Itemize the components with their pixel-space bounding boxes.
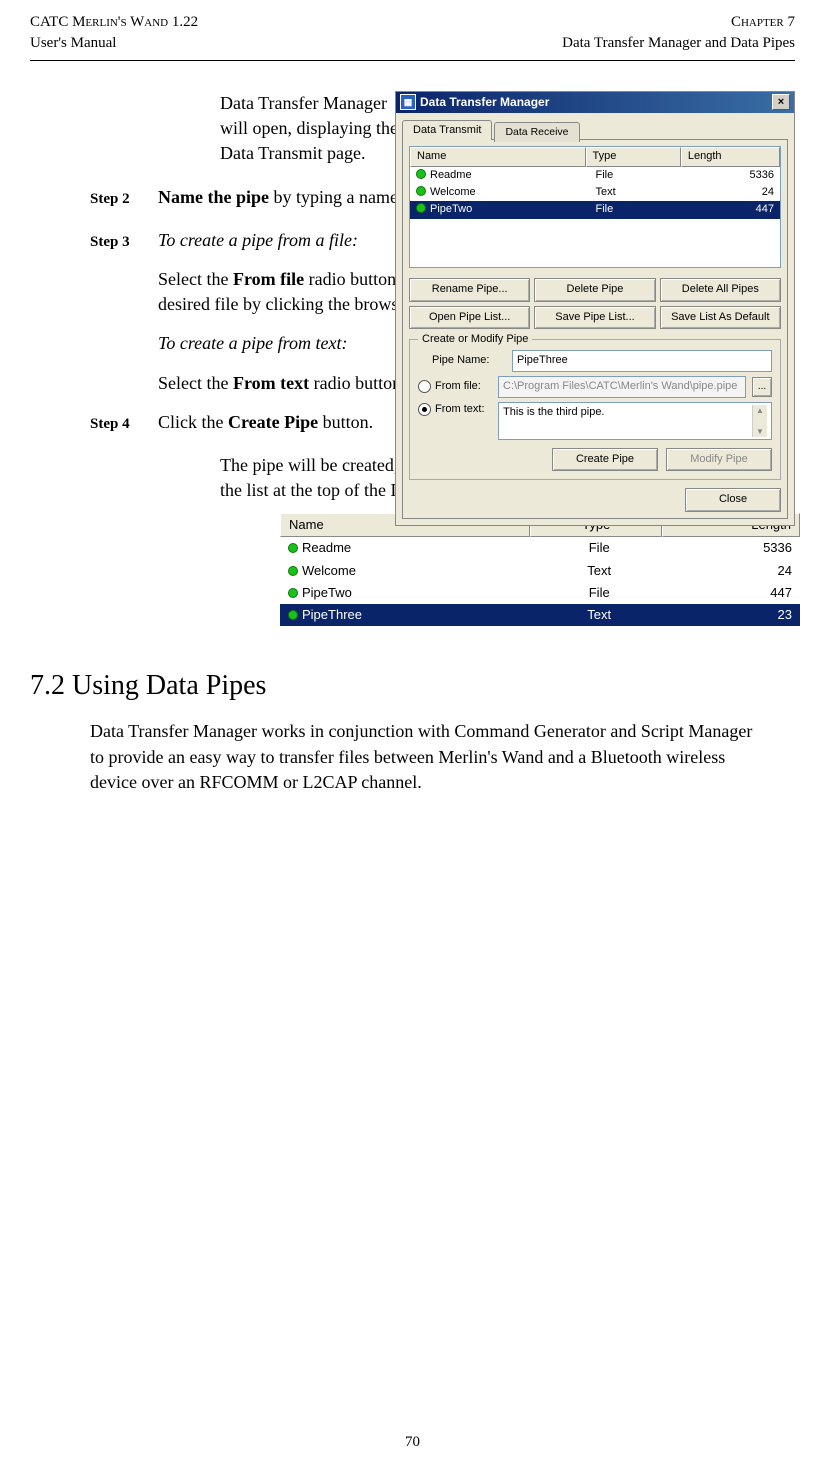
close-button[interactable]: Close: [685, 488, 781, 511]
pipe-name-label: Pipe Name:: [418, 353, 506, 368]
step-3-label: Step 3: [30, 228, 146, 357]
dialog-title: Data Transfer Manager: [420, 94, 549, 111]
pipe-action-buttons: Rename Pipe... Delete Pipe Delete All Pi…: [409, 278, 781, 329]
figure-2-row: PipeThreeText23: [280, 604, 800, 626]
col-header-length[interactable]: Length: [681, 147, 780, 166]
figure-2-row: PipeTwoFile447: [280, 582, 800, 604]
create-modify-group: Create or Modify Pipe Pipe Name: PipeThr…: [409, 339, 781, 480]
tab-data-receive[interactable]: Data Receive: [494, 122, 579, 142]
scroll-up-icon[interactable]: ▲: [753, 405, 767, 416]
page-number: 70: [0, 1432, 825, 1453]
save-list-default-button[interactable]: Save List As Default: [660, 306, 781, 329]
pipe-list-figure: Name Type Length ReadmeFile5336WelcomeTe…: [280, 513, 800, 626]
from-text-input[interactable]: This is the third pipe. ▲ ▼: [498, 402, 772, 440]
from-text-radio[interactable]: [418, 403, 431, 416]
delete-all-pipes-button[interactable]: Delete All Pipes: [660, 278, 781, 301]
section-7-2-heading: 7.2 Using Data Pipes: [30, 666, 795, 705]
scroll-down-icon[interactable]: ▼: [753, 426, 767, 437]
from-file-radio[interactable]: [418, 380, 431, 393]
step-2-label: Step 2: [30, 185, 146, 210]
delete-pipe-button[interactable]: Delete Pipe: [534, 278, 655, 301]
status-dot-icon: [288, 543, 298, 553]
col-header-type[interactable]: Type: [586, 147, 681, 166]
col-header-name[interactable]: Name: [410, 147, 586, 166]
header-chapter: Chapter 7: [731, 12, 795, 33]
header-section-title: Data Transfer Manager and Data Pipes: [562, 33, 795, 54]
browse-button[interactable]: ...: [752, 377, 772, 397]
status-dot-icon: [288, 610, 298, 620]
intro-paragraph: Data Transfer Manager will open, display…: [220, 91, 400, 167]
status-dot-icon: [416, 169, 426, 179]
header-manual: User's Manual: [30, 33, 116, 54]
pipe-list-header: Name Type Length: [410, 147, 780, 166]
open-pipe-list-button[interactable]: Open Pipe List...: [409, 306, 530, 329]
from-text-label: From text:: [435, 402, 485, 417]
tab-panel-transmit: Name Type Length ReadmeFile5336WelcomeTe…: [402, 139, 788, 519]
running-header: CATC Merlin's Wand 1.22 Chapter 7: [30, 12, 795, 33]
running-subheader: User's Manual Data Transfer Manager and …: [30, 33, 795, 54]
pipe-list-row[interactable]: WelcomeText24: [410, 184, 780, 201]
dialog-titlebar[interactable]: ▦ Data Transfer Manager ×: [396, 92, 794, 113]
step-4-label: Step 4: [30, 410, 146, 435]
status-dot-icon: [288, 588, 298, 598]
status-dot-icon: [416, 203, 426, 213]
pipe-list[interactable]: Name Type Length ReadmeFile5336WelcomeTe…: [409, 146, 781, 268]
group-legend: Create or Modify Pipe: [418, 332, 532, 347]
data-transfer-manager-dialog: ▦ Data Transfer Manager × Data Transmit …: [395, 91, 795, 526]
figure-2-row: ReadmeFile5336: [280, 537, 800, 559]
close-icon[interactable]: ×: [772, 94, 790, 110]
create-pipe-button[interactable]: Create Pipe: [552, 448, 658, 471]
textarea-scrollbar[interactable]: ▲ ▼: [752, 405, 767, 437]
figure-2-wrapper: Name Type Length ReadmeFile5336WelcomeTe…: [220, 513, 767, 626]
save-pipe-list-button[interactable]: Save Pipe List...: [534, 306, 655, 329]
pipe-list-row[interactable]: ReadmeFile5336: [410, 167, 780, 184]
section-7-2-body: Data Transfer Manager works in conjuncti…: [90, 719, 765, 795]
figure-2-row: WelcomeText24: [280, 560, 800, 582]
pipe-list-row[interactable]: PipeTwoFile447: [410, 201, 780, 218]
from-file-input[interactable]: C:\Program Files\CATC\Merlin's Wand\pipe…: [498, 376, 746, 398]
modify-pipe-button: Modify Pipe: [666, 448, 772, 471]
header-rule: [30, 60, 795, 61]
app-icon: ▦: [400, 94, 416, 110]
status-dot-icon: [288, 566, 298, 576]
status-dot-icon: [416, 186, 426, 196]
dialog-tabs: Data Transmit Data Receive: [396, 113, 794, 139]
pipe-name-input[interactable]: PipeThree: [512, 350, 772, 372]
header-product: CATC Merlin's Wand 1.22: [30, 12, 198, 33]
from-file-label: From file:: [435, 379, 481, 394]
tab-data-transmit[interactable]: Data Transmit: [402, 120, 492, 140]
rename-pipe-button[interactable]: Rename Pipe...: [409, 278, 530, 301]
